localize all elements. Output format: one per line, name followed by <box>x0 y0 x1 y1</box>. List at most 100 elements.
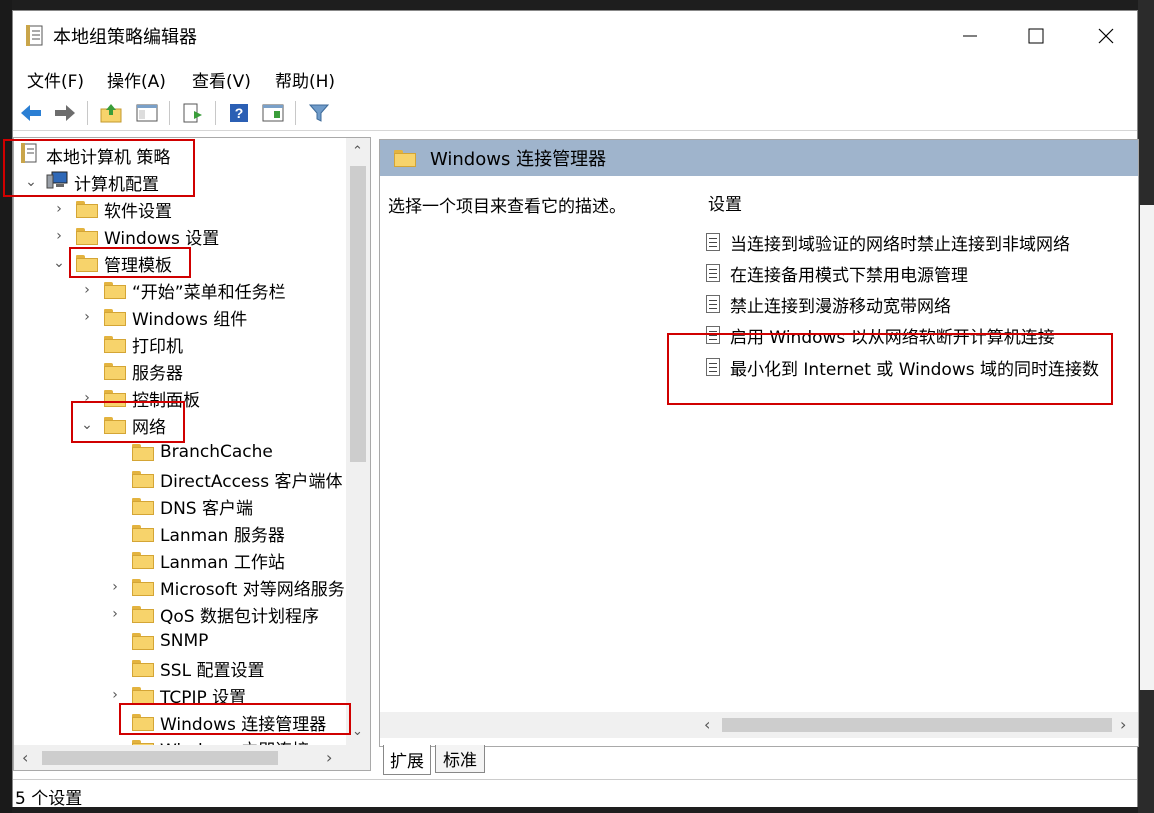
tree-item-tcpip[interactable]: › TCPIP 设置 <box>108 682 246 708</box>
chevron-right-icon[interactable]: › <box>80 390 94 406</box>
up-folder-icon[interactable] <box>97 99 125 127</box>
setting-item[interactable]: 当连接到域验证的网络时禁止连接到非域网络 <box>706 228 1070 256</box>
tree-item-start-menu-taskbar[interactable]: › “开始”菜单和任务栏 <box>80 277 286 303</box>
settings-column-header[interactable]: 设置 <box>708 190 742 215</box>
tree-item-lanman-workstation[interactable]: Lanman 工作站 <box>108 547 285 573</box>
tree-item-snmp[interactable]: SNMP <box>108 628 208 654</box>
tree-item-qos[interactable]: › QoS 数据包计划程序 <box>108 601 319 627</box>
folder-icon <box>132 524 154 542</box>
close-button[interactable] <box>1091 21 1121 51</box>
folder-icon <box>132 686 154 704</box>
folder-icon <box>132 551 154 569</box>
folder-icon <box>132 632 154 650</box>
status-text: 5 个设置 <box>15 789 83 809</box>
tab-standard[interactable]: 标准 <box>435 745 485 773</box>
folder-icon <box>104 416 126 434</box>
chevron-right-icon[interactable]: › <box>52 201 66 217</box>
tab-extended[interactable]: 扩展 <box>383 745 431 775</box>
tree-item-server[interactable]: 服务器 <box>80 358 183 384</box>
tree-item-windows-connection-manager[interactable]: Windows 连接管理器 <box>108 709 326 735</box>
tree-horizontal-scrollbar[interactable]: ‹ › <box>13 745 371 771</box>
scroll-up-icon[interactable]: ⌃ <box>352 144 363 159</box>
menu-action[interactable]: 操作(A) <box>107 67 166 92</box>
menu-bar: 文件(F) 操作(A) 查看(V) 帮助(H) <box>13 63 1137 93</box>
tree-item-admin-templates[interactable]: ⌄ 管理模板 <box>52 250 172 276</box>
tree-item-ssl-config[interactable]: SSL 配置设置 <box>108 655 264 681</box>
setting-doc-icon <box>706 233 720 251</box>
scroll-thumb[interactable] <box>42 751 278 765</box>
forward-arrow-icon[interactable] <box>51 99 79 127</box>
computer-icon <box>46 171 68 194</box>
back-arrow-icon[interactable] <box>17 99 45 127</box>
properties-icon[interactable] <box>259 99 287 127</box>
tree-item-printers[interactable]: 打印机 <box>80 331 183 357</box>
export-list-icon[interactable] <box>179 99 207 127</box>
folder-icon <box>132 497 154 515</box>
setting-item[interactable]: 启用 Windows 以从网络软断开计算机连接 <box>706 321 1055 349</box>
tree-item-local-policy[interactable]: 本地计算机 策略 <box>20 142 170 168</box>
scroll-right-icon[interactable]: › <box>1120 715 1126 734</box>
filter-icon[interactable] <box>305 99 333 127</box>
help-icon[interactable]: ? <box>225 99 253 127</box>
toolbar-separator <box>169 101 170 125</box>
setting-item[interactable]: 在连接备用模式下禁用电源管理 <box>706 259 968 287</box>
folder-icon <box>76 200 98 218</box>
tree-item-branchcache[interactable]: BranchCache <box>108 439 273 465</box>
tree-item-network[interactable]: ⌄ 网络 <box>80 412 166 438</box>
chevron-right-icon[interactable]: › <box>108 687 122 703</box>
maximize-button[interactable] <box>1021 21 1051 51</box>
scroll-right-icon[interactable]: › <box>326 748 332 767</box>
chevron-down-icon[interactable]: ⌄ <box>24 174 38 190</box>
scroll-thumb[interactable] <box>350 166 366 462</box>
chevron-right-icon[interactable]: › <box>108 579 122 595</box>
scroll-thumb[interactable] <box>722 718 1112 732</box>
folder-icon <box>132 470 154 488</box>
chevron-right-icon[interactable]: › <box>108 606 122 622</box>
tree-item-dns-client[interactable]: DNS 客户端 <box>108 493 253 519</box>
tree-item-windows-components[interactable]: › Windows 组件 <box>80 304 247 330</box>
chevron-right-icon[interactable]: › <box>80 282 94 298</box>
toolbar: ? <box>13 95 1137 131</box>
show-hide-tree-icon[interactable] <box>133 99 161 127</box>
tree-item-directaccess[interactable]: DirectAccess 客户端体 <box>108 466 343 492</box>
status-bar: 5 个设置 <box>13 779 1137 809</box>
chevron-right-icon[interactable]: › <box>52 228 66 244</box>
folder-icon <box>132 659 154 677</box>
folder-icon <box>132 605 154 623</box>
menu-view[interactable]: 查看(V) <box>192 67 251 92</box>
details-pane: Windows 连接管理器 选择一个项目来查看它的描述。 设置 当连接到域验证的… <box>379 139 1139 747</box>
setting-item[interactable]: 禁止连接到漫游移动宽带网络 <box>706 290 951 318</box>
details-horizontal-scrollbar[interactable]: ‹ › <box>380 712 1138 738</box>
tree-vertical-scrollbar[interactable]: ⌃ ⌄ <box>346 138 370 746</box>
chevron-right-icon[interactable]: › <box>80 309 94 325</box>
folder-icon <box>394 149 416 167</box>
policy-doc-icon <box>20 142 38 168</box>
menu-help[interactable]: 帮助(H) <box>275 67 335 92</box>
folder-icon <box>132 713 154 731</box>
chevron-down-icon[interactable]: ⌄ <box>52 255 66 271</box>
chevron-down-icon[interactable]: ⌄ <box>80 417 94 433</box>
minimize-button[interactable] <box>955 21 985 51</box>
window-title: 本地组策略编辑器 <box>53 27 197 48</box>
scroll-down-icon[interactable]: ⌄ <box>352 724 363 739</box>
menu-file[interactable]: 文件(F) <box>27 67 84 92</box>
tree-item-windows-settings[interactable]: › Windows 设置 <box>52 223 219 249</box>
toolbar-separator <box>87 101 88 125</box>
tree-item-microsoft-p2p[interactable]: › Microsoft 对等网络服务 <box>108 574 345 600</box>
tree-item-control-panel[interactable]: › 控制面板 <box>80 385 200 411</box>
details-header: Windows 连接管理器 <box>380 140 1138 176</box>
navigation-tree: 本地计算机 策略 ⌄ 计算机配置 › 软件设置 › Windows 设置 ⌄ 管… <box>13 137 371 747</box>
title-bar[interactable]: 本地组策略编辑器 <box>13 11 1137 63</box>
toolbar-separator <box>295 101 296 125</box>
gpedit-window: 本地组策略编辑器 文件(F) 操作(A) 查看(V) 帮助(H) ? 本地计算机… <box>3 10 1139 809</box>
setting-item[interactable]: 最小化到 Internet 或 Windows 域的同时连接数 <box>706 353 1099 381</box>
tree-item-software-settings[interactable]: › 软件设置 <box>52 196 172 222</box>
scroll-left-icon[interactable]: ‹ <box>22 748 28 767</box>
folder-icon <box>76 254 98 272</box>
tree-item-computer-config[interactable]: ⌄ 计算机配置 <box>24 169 159 195</box>
tree-item-lanman-server[interactable]: Lanman 服务器 <box>108 520 285 546</box>
folder-icon <box>104 362 126 380</box>
folder-icon <box>104 308 126 326</box>
scroll-left-icon[interactable]: ‹ <box>704 715 710 734</box>
folder-icon <box>76 227 98 245</box>
